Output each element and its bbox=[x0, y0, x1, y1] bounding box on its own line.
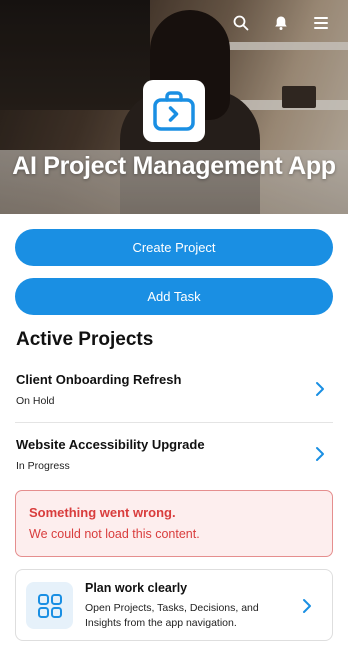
create-project-button[interactable]: Create Project bbox=[15, 229, 333, 266]
chevron-right-icon bbox=[316, 382, 324, 396]
project-name: Website Accessibility Upgrade bbox=[16, 437, 205, 452]
briefcase-arrow-icon bbox=[153, 91, 195, 131]
plan-work-card[interactable]: Plan work clearly Open Projects, Tasks, … bbox=[15, 569, 333, 641]
error-message: We could not load this content. bbox=[29, 527, 200, 541]
project-item[interactable]: Website Accessibility Upgrade In Progres… bbox=[15, 429, 333, 486]
error-title: Something went wrong. bbox=[29, 505, 176, 520]
search-icon[interactable] bbox=[232, 14, 250, 32]
chevron-right-icon bbox=[316, 447, 324, 461]
divider bbox=[15, 422, 333, 423]
card-title: Plan work clearly bbox=[85, 581, 188, 595]
grid-icon bbox=[26, 582, 73, 629]
project-name: Client Onboarding Refresh bbox=[16, 372, 182, 387]
chevron-right-icon bbox=[303, 599, 311, 613]
page-title: AI Project Management App bbox=[12, 152, 336, 180]
header-actions bbox=[232, 14, 330, 32]
add-task-button[interactable]: Add Task bbox=[15, 278, 333, 315]
menu-icon[interactable] bbox=[312, 14, 330, 32]
section-title-active-projects: Active Projects bbox=[16, 329, 154, 350]
error-alert: Something went wrong. We could not load … bbox=[15, 490, 333, 557]
app-logo bbox=[143, 80, 205, 142]
notification-icon[interactable] bbox=[272, 14, 290, 32]
card-description: Open Projects, Tasks, Decisions, and Ins… bbox=[85, 602, 259, 629]
hero-banner: AI Project Management App bbox=[0, 0, 348, 214]
project-item[interactable]: Client Onboarding Refresh On Hold bbox=[15, 364, 333, 421]
project-status: On Hold bbox=[16, 395, 55, 407]
project-status: In Progress bbox=[16, 460, 70, 472]
